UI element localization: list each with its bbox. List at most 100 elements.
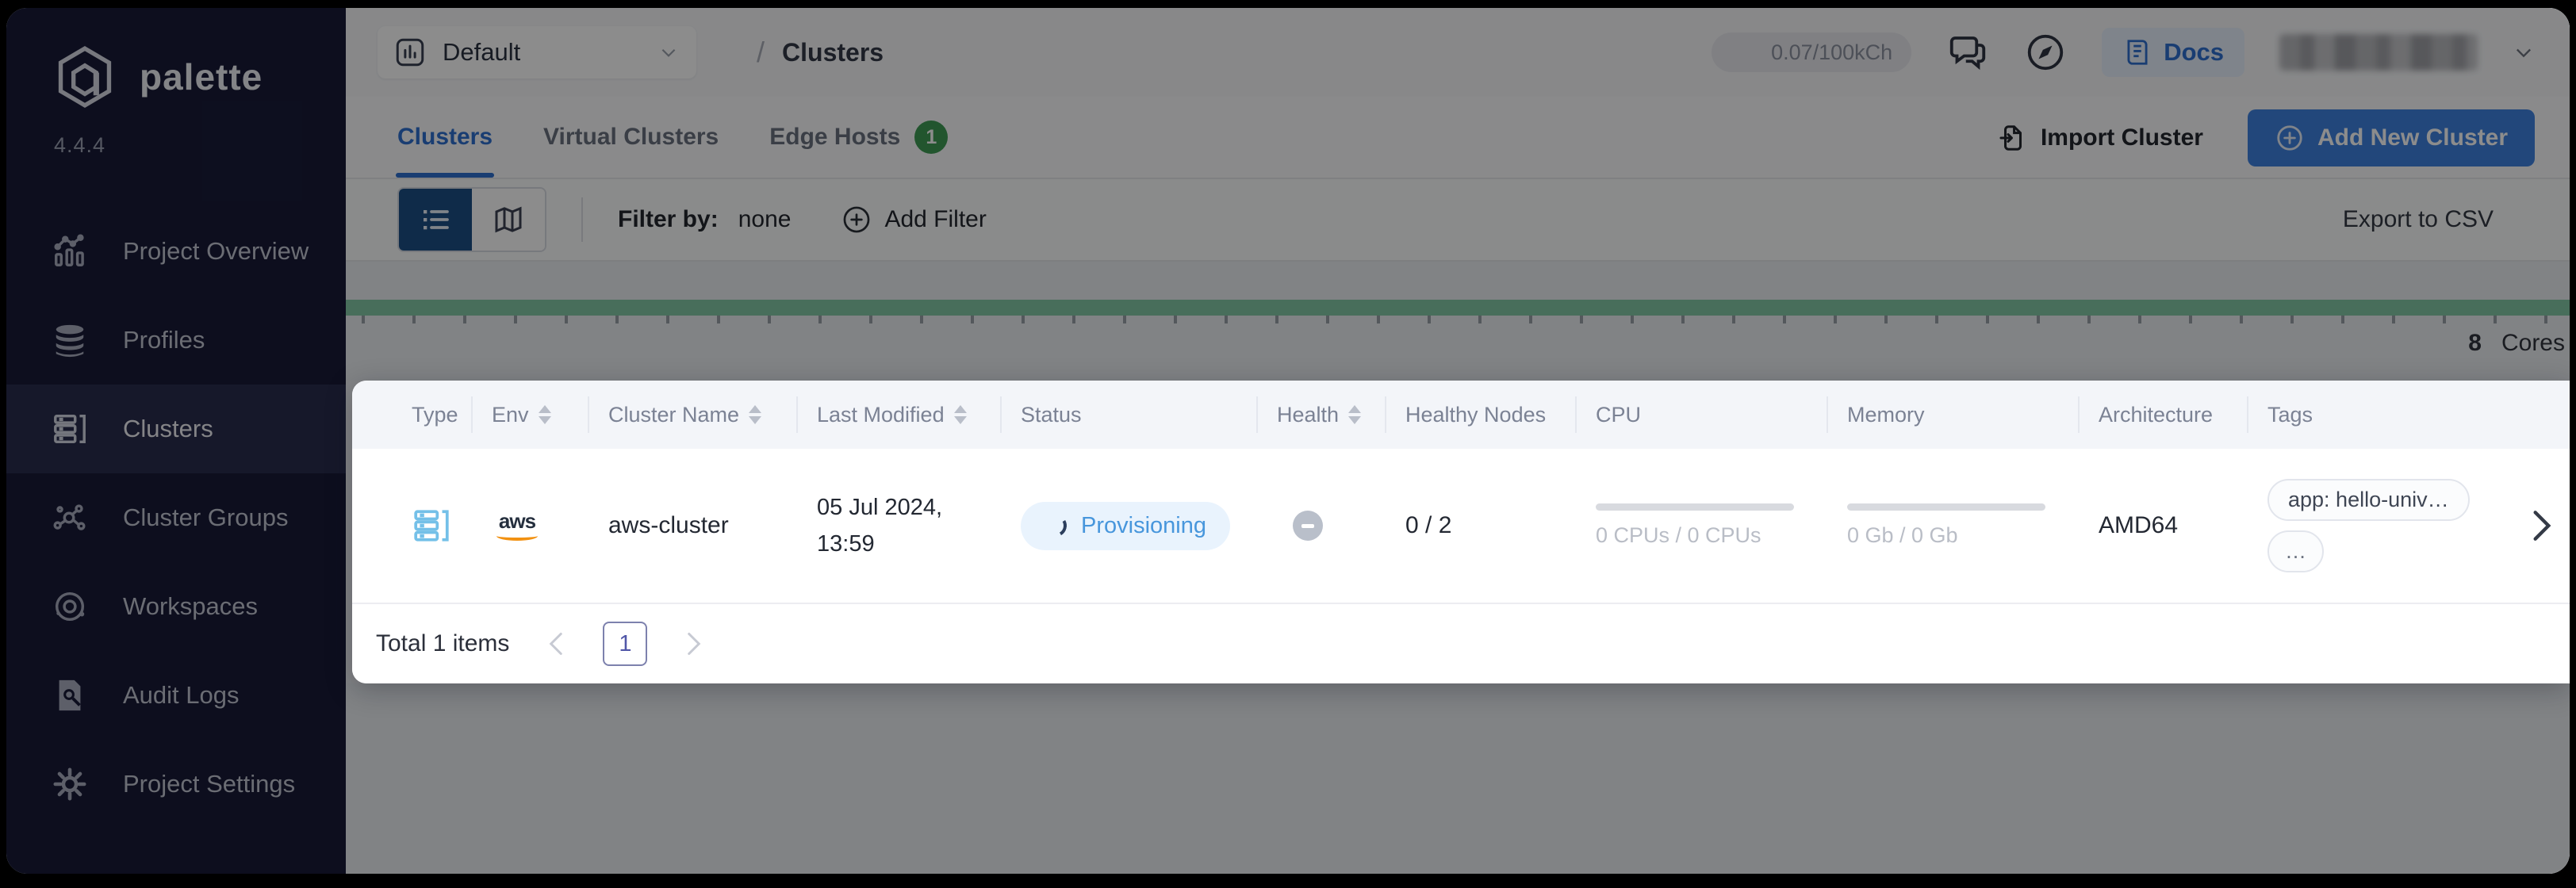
usage-bar-ticks (362, 316, 2570, 323)
table-footer: Total 1 items 1 (352, 603, 2570, 683)
sidebar: palette 4.4.4 Project Overview Profiles (6, 8, 346, 874)
filter-by-label: Filter by: none (618, 206, 791, 233)
cpu-usage-text: 0 CPUs / 0 CPUs (1596, 523, 1761, 547)
tag-chip[interactable]: app: hello-univ… (2267, 479, 2470, 521)
project-selector[interactable]: Default (378, 26, 696, 78)
clusters-server-icon (54, 414, 86, 444)
top-bar: Default / Clusters 0.07/100kCh Docs (346, 8, 2570, 97)
usage-credits-badge: 0.07/100kCh (1712, 33, 1912, 72)
layers-stack-icon (56, 324, 84, 358)
aws-logo-text: aws (498, 509, 536, 533)
column-header-type: Type (412, 402, 458, 427)
cell-health (1277, 511, 1405, 541)
cores-unit: Cores (2501, 330, 2565, 356)
sidebar-item-audit-logs[interactable]: Audit Logs (6, 651, 346, 740)
docs-button[interactable]: Docs (2102, 28, 2244, 77)
sidebar-item-label: Project Settings (123, 770, 296, 798)
cores-usage-caption: 8 Cores (346, 316, 2570, 381)
palette-logo-icon (58, 46, 112, 108)
edge-hosts-count-badge: 1 (914, 121, 949, 154)
divider (581, 197, 583, 242)
column-header-spacer (2513, 381, 2570, 449)
docs-label: Docs (2164, 38, 2224, 66)
tabs: Clusters Virtual Clusters Edge Hosts 1 (395, 97, 949, 178)
sidebar-item-project-overview[interactable]: Project Overview (6, 207, 346, 296)
audit-log-search-icon (59, 679, 81, 711)
filter-bar: Filter by: none Add Filter Export to CSV (346, 179, 2570, 262)
import-file-icon (1999, 125, 2022, 151)
sidebar-item-label: Profiles (123, 326, 205, 354)
palette-logo[interactable]: palette (6, 8, 346, 111)
chevron-right-icon[interactable] (2532, 510, 2552, 542)
tab-edge-hosts[interactable]: Edge Hosts 1 (769, 97, 949, 178)
column-header-memory: Memory (1847, 381, 2099, 449)
cell-cpu: 0 CPUs / 0 CPUs (1596, 503, 1847, 548)
app-name: palette (140, 56, 263, 98)
map-view-icon (495, 206, 522, 233)
app-window: palette 4.4.4 Project Overview Profiles (6, 8, 2570, 874)
page-number-button[interactable]: 1 (603, 622, 648, 666)
project-selector-value: Default (443, 38, 521, 66)
compass-icon[interactable] (2024, 31, 2067, 74)
cell-tags: app: hello-univ… … (2267, 479, 2513, 572)
gear-icon (53, 767, 86, 801)
column-header-tags: Tags (2267, 381, 2513, 449)
sidebar-item-profiles[interactable]: Profiles (6, 296, 346, 385)
cell-type (412, 506, 492, 545)
cell-cluster-name: aws-cluster (608, 512, 729, 538)
orbit-icon (55, 591, 85, 622)
sidebar-item-project-settings[interactable]: Project Settings (6, 740, 346, 829)
memory-usage-bar (1847, 503, 2045, 511)
more-tags-chip[interactable]: … (2267, 530, 2324, 572)
user-menu-chevron-icon[interactable] (2513, 41, 2535, 63)
cores-usage-bar (346, 300, 2570, 316)
user-name-redacted[interactable] (2279, 34, 2478, 71)
column-header-cluster-name[interactable]: Cluster Name (608, 381, 817, 449)
status-badge: Provisioning (1021, 501, 1230, 550)
table-row[interactable]: aws aws-cluster 05 Jul 2024, 13:59 Provi… (352, 449, 2570, 603)
pagination-next-icon[interactable] (685, 632, 703, 656)
cores-total-label: 8 Cores (2468, 330, 2565, 357)
chevron-down-icon (661, 48, 676, 57)
column-header-last-modified[interactable]: Last Modified (817, 381, 1021, 449)
column-header-env[interactable]: Env (492, 381, 608, 449)
cell-env: aws (492, 511, 608, 541)
tab-virtual-clusters[interactable]: Virtual Clusters (543, 97, 719, 178)
sidebar-item-label: Project Overview (123, 237, 309, 265)
bar-chart-icon (54, 234, 84, 266)
header-actions: Import Cluster Add New Cluster (1998, 109, 2535, 178)
tab-clusters[interactable]: Clusters (395, 97, 495, 178)
chat-icon[interactable] (1946, 31, 1989, 74)
network-nodes-icon (53, 504, 86, 530)
add-filter-button[interactable]: Add Filter (841, 205, 987, 235)
app-version: 4.4.4 (54, 133, 106, 157)
status-label: Provisioning (1081, 512, 1206, 538)
aws-logo: aws (492, 511, 542, 541)
list-view-button[interactable] (399, 189, 472, 251)
sidebar-item-clusters[interactable]: Clusters (6, 385, 346, 473)
cell-architecture: AMD64 (2099, 512, 2179, 538)
breadcrumb: / Clusters (757, 36, 884, 69)
sidebar-nav: Project Overview Profiles Clusters Clust… (6, 207, 346, 829)
tab-label: Edge Hosts (769, 124, 901, 150)
pagination-prev-icon[interactable] (547, 632, 565, 656)
sidebar-item-label: Workspaces (123, 592, 258, 620)
cpu-usage-bar (1596, 503, 1794, 511)
tab-label: Virtual Clusters (543, 124, 719, 150)
column-header-status: Status (1021, 381, 1277, 449)
cell-memory: 0 Gb / 0 Gb (1847, 503, 2099, 548)
top-bar-right: 0.07/100kCh Docs (1712, 28, 2535, 77)
sidebar-item-workspaces[interactable]: Workspaces (6, 562, 346, 651)
add-new-cluster-button[interactable]: Add New Cluster (2247, 109, 2535, 166)
clusters-table-panel: Type Env Cluster Name Last Modified Stat… (352, 381, 2570, 683)
list-view-icon (424, 210, 449, 230)
cell-status: Provisioning (1021, 501, 1277, 550)
export-csv-button[interactable]: Export to CSV (2343, 206, 2494, 233)
map-view-button[interactable] (472, 189, 545, 251)
tab-label: Clusters (397, 124, 493, 150)
sidebar-item-cluster-groups[interactable]: Cluster Groups (6, 473, 346, 562)
sidebar-item-label: Cluster Groups (123, 503, 289, 531)
import-cluster-button[interactable]: Import Cluster (1998, 123, 2203, 153)
total-items-label: Total 1 items (376, 630, 510, 656)
health-unknown-icon (1293, 511, 1323, 541)
